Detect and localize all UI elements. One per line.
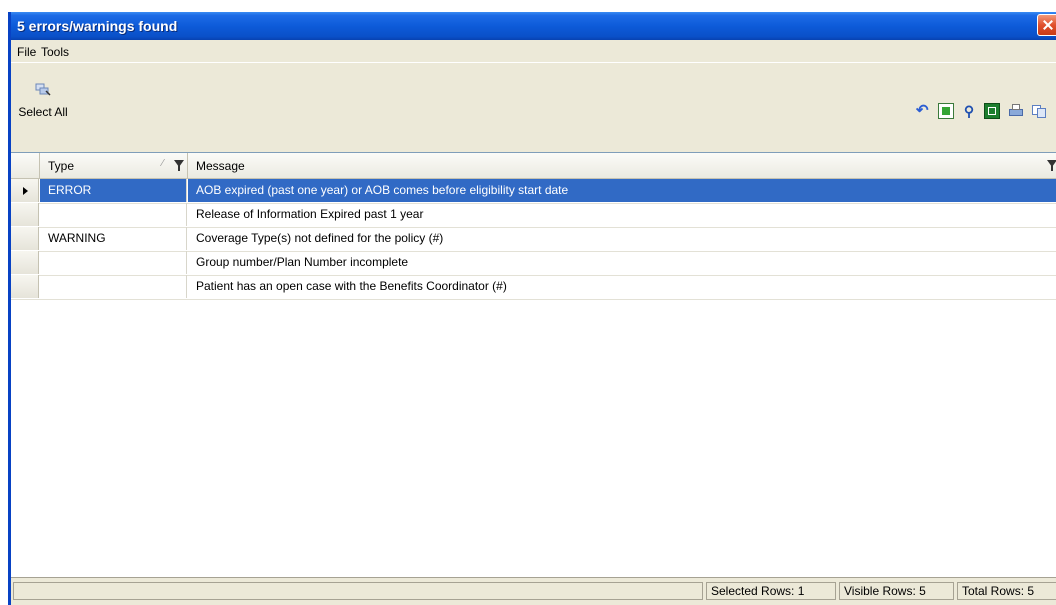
- current-row-icon: [23, 187, 28, 195]
- menu-file[interactable]: File: [17, 45, 36, 59]
- menu-bar: File Tools: [11, 40, 1056, 62]
- table-row[interactable]: WARNING Coverage Type(s) not defined for…: [11, 227, 1056, 252]
- type-filter-icon[interactable]: [174, 160, 184, 171]
- cell-type[interactable]: [40, 251, 187, 274]
- row-selector[interactable]: [11, 251, 39, 274]
- cell-message[interactable]: Group number/Plan Number incomplete: [188, 251, 1056, 274]
- cell-message[interactable]: Patient has an open case with the Benefi…: [188, 275, 1056, 298]
- status-total-rows: Total Rows: 5: [957, 582, 1056, 600]
- select-all-icon: [35, 83, 51, 96]
- message-filter-icon[interactable]: [1047, 160, 1056, 171]
- copy-icon[interactable]: [1031, 103, 1047, 119]
- table-row[interactable]: Release of Information Expired past 1 ye…: [11, 203, 1056, 228]
- column-message-label: Message: [196, 159, 245, 173]
- results-grid: Type ⁄ Message ERROR AOB expired (past o…: [11, 152, 1056, 577]
- cell-type[interactable]: WARNING: [40, 227, 187, 250]
- cell-message[interactable]: Coverage Type(s) not defined for the pol…: [188, 227, 1056, 250]
- cell-type[interactable]: [40, 275, 187, 298]
- cell-message[interactable]: Release of Information Expired past 1 ye…: [188, 203, 1056, 226]
- undo-icon[interactable]: ↶: [914, 103, 930, 119]
- row-selector[interactable]: [11, 227, 39, 250]
- cell-message[interactable]: AOB expired (past one year) or AOB comes…: [188, 179, 1056, 202]
- title-bar[interactable]: 5 errors/warnings found: [11, 12, 1056, 40]
- column-header-type[interactable]: Type ⁄: [40, 153, 188, 178]
- print-icon[interactable]: [1008, 103, 1024, 119]
- excel-export-icon[interactable]: [984, 103, 1001, 119]
- toolbar-icons: ↶ ⚲: [910, 103, 1047, 121]
- status-bar: Selected Rows: 1 Visible Rows: 5 Total R…: [11, 577, 1056, 605]
- find-icon[interactable]: ⚲: [961, 103, 977, 119]
- status-visible-rows: Visible Rows: 5: [839, 582, 954, 600]
- header-row-selector[interactable]: [11, 153, 40, 178]
- select-all-button[interactable]: Select All: [15, 83, 71, 131]
- select-all-label: Select All: [18, 105, 68, 119]
- column-header-message[interactable]: Message: [188, 153, 1056, 178]
- grid-header: Type ⁄ Message: [11, 153, 1056, 179]
- column-type-label: Type: [48, 159, 75, 173]
- table-row[interactable]: Group number/Plan Number incomplete: [11, 251, 1056, 276]
- row-selector[interactable]: [11, 203, 39, 226]
- refresh-icon[interactable]: [937, 103, 954, 119]
- cell-type[interactable]: ERROR: [40, 179, 187, 202]
- status-selected-rows: Selected Rows: 1: [706, 582, 836, 600]
- status-message-panel: [13, 582, 703, 600]
- dialog-window: 5 errors/warnings found File Tools Selec…: [8, 12, 1056, 605]
- close-button[interactable]: [1037, 14, 1056, 36]
- row-selector[interactable]: [11, 275, 39, 298]
- sort-indicator-icon: ⁄: [162, 158, 164, 169]
- table-row[interactable]: ERROR AOB expired (past one year) or AOB…: [11, 179, 1056, 204]
- menu-tools[interactable]: Tools: [41, 45, 69, 59]
- row-selector[interactable]: [11, 179, 39, 202]
- window-title: 5 errors/warnings found: [17, 18, 178, 34]
- toolbar: Select All ↶ ⚲: [11, 62, 1056, 153]
- cell-type[interactable]: [40, 203, 187, 226]
- table-row[interactable]: Patient has an open case with the Benefi…: [11, 275, 1056, 300]
